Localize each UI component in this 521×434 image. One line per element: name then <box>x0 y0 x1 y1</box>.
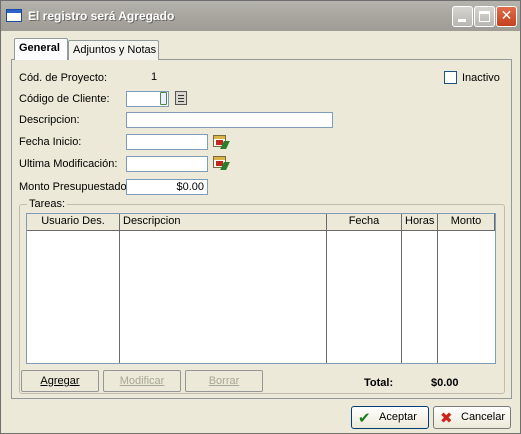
maximize-button[interactable] <box>474 6 495 27</box>
tab-adjuntos-y-notas[interactable]: Adjuntos y Notas <box>68 40 159 60</box>
column-header-fecha[interactable]: Fecha <box>327 214 402 231</box>
modify-task-button[interactable]: Modificar <box>103 370 181 392</box>
client-code-label: Código de Cliente: <box>19 93 110 105</box>
project-code-label: Cód. de Proyecto: <box>19 72 108 84</box>
start-date-input[interactable] <box>126 134 208 150</box>
checkmark-icon: ✔ <box>358 409 371 427</box>
delete-task-button[interactable]: Borrar <box>185 370 263 392</box>
add-task-button[interactable]: Agregar <box>21 370 99 392</box>
maximize-icon <box>479 11 490 22</box>
start-date-label: Fecha Inicio: <box>19 136 82 148</box>
add-task-label: Agregar <box>40 375 80 387</box>
column-divider <box>437 231 438 363</box>
accept-button[interactable]: ✔ Aceptar <box>351 406 429 429</box>
inactive-checkbox[interactable] <box>444 71 457 84</box>
window-title: El registro será Agregado <box>28 9 175 23</box>
column-header-usuario[interactable]: Usuario Des. <box>27 214 120 231</box>
last-modified-label: Ultima Modificación: <box>19 158 118 170</box>
dialog-window: El registro será Agregado ✕ General Adju… <box>0 0 521 434</box>
client-code-indicator-icon <box>160 92 167 105</box>
budget-label: Monto Presupuestado: <box>19 181 130 193</box>
minimize-button[interactable] <box>452 6 473 27</box>
total-value: $0.00 <box>431 377 459 389</box>
start-date-calendar-icon[interactable] <box>212 133 230 150</box>
window-icon <box>6 9 22 22</box>
column-header-monto[interactable]: Monto <box>438 214 495 231</box>
last-modified-calendar-icon[interactable] <box>212 154 230 171</box>
column-header-horas[interactable]: Horas <box>402 214 438 231</box>
budget-input[interactable]: $0.00 <box>126 179 208 195</box>
column-divider <box>119 231 120 363</box>
client-lookup-icon[interactable] <box>175 91 187 105</box>
close-button[interactable]: ✕ <box>496 6 517 27</box>
delete-task-label: Borrar <box>208 375 240 387</box>
column-header-descripcion[interactable]: Descripcion <box>120 214 327 231</box>
last-modified-input[interactable] <box>126 156 208 172</box>
modify-task-label: Modificar <box>119 375 165 387</box>
minimize-icon <box>458 19 466 22</box>
tasks-group-title: Tareas: <box>27 198 68 210</box>
cancel-x-icon: ✖ <box>440 409 453 427</box>
description-label: Descripcion: <box>19 114 80 126</box>
title-bar[interactable]: El registro será Agregado ✕ <box>1 1 520 31</box>
total-label: Total: <box>364 377 394 389</box>
close-icon: ✕ <box>500 8 513 24</box>
cancel-button[interactable]: ✖ Cancelar <box>433 406 511 429</box>
tab-general[interactable]: General <box>14 38 68 60</box>
project-code-value: 1 <box>151 71 158 83</box>
accept-label: Aceptar <box>379 411 417 423</box>
column-divider <box>401 231 402 363</box>
tasks-grid[interactable]: Usuario Des. Descripcion Fecha Horas Mon… <box>26 213 496 364</box>
inactive-label: Inactivo <box>462 72 500 84</box>
cancel-label: Cancelar <box>461 411 506 423</box>
description-input[interactable] <box>126 112 333 128</box>
column-divider <box>326 231 327 363</box>
